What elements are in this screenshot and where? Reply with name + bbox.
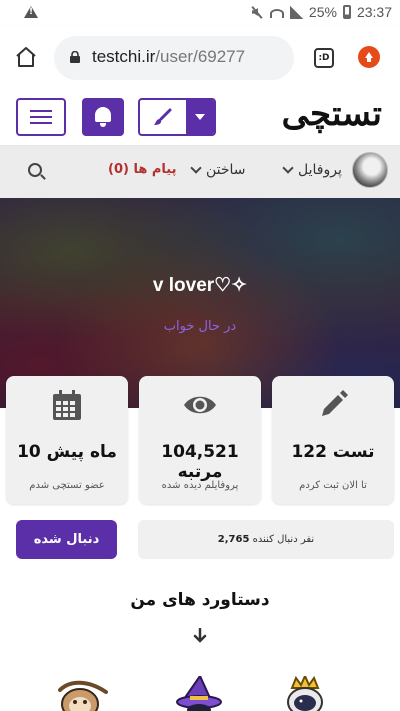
profile-menu-label: پروفایل xyxy=(298,162,342,178)
site-logo[interactable]: تستچی xyxy=(282,94,382,134)
chevron-down-icon[interactable] xyxy=(186,100,214,134)
stat-card-views: 104,521 مرتبه پروفایلم دیده شده xyxy=(139,376,261,504)
home-icon xyxy=(16,47,36,67)
menu-line xyxy=(30,122,52,124)
stat-card-tests: 122 تست تا الان ثبت کردم xyxy=(272,376,394,504)
menu-line xyxy=(30,110,52,112)
lock-icon xyxy=(70,51,80,63)
stat-value: 122 تست xyxy=(291,442,375,462)
create-menu[interactable]: ساختن xyxy=(190,162,246,178)
followers-label: نفر دنبال کننده xyxy=(252,534,315,545)
stat-label: عضو تستچی شدم xyxy=(29,480,105,491)
site-header: تستچی xyxy=(0,90,400,146)
calendar-icon xyxy=(50,388,84,422)
brush-icon xyxy=(154,108,172,125)
home-button[interactable] xyxy=(14,45,38,69)
profile-status: در حال خواب xyxy=(163,319,237,334)
avatar[interactable] xyxy=(352,152,388,188)
url-path: /user/69277 xyxy=(155,47,246,66)
stat-label: پروفایلم دیده شده xyxy=(161,480,239,491)
battery-icon xyxy=(342,5,351,19)
profile-name: v lover♡✧ xyxy=(152,275,248,296)
status-bar: 25% 23:37 xyxy=(0,0,400,26)
crown-astronaut-badge-icon xyxy=(287,676,323,711)
follow-button[interactable]: دنبال شده xyxy=(16,520,117,559)
chevron-down-icon xyxy=(282,162,294,174)
bell-icon xyxy=(95,107,111,127)
sloth-badge-icon xyxy=(58,680,108,711)
signal-icon xyxy=(289,5,303,19)
chevron-down-icon xyxy=(190,162,202,174)
messages-link[interactable]: پیام ها (0) xyxy=(108,162,177,177)
profile-nav: پیام ها (0) ساختن پروفایل xyxy=(0,146,400,198)
stat-card-joined: 10 ماه پیش عضو تستچی شدم xyxy=(6,376,128,504)
pencil-icon xyxy=(316,388,350,422)
eye-icon xyxy=(183,388,217,422)
witch-badge-icon xyxy=(176,676,222,711)
warning-icon xyxy=(24,6,38,18)
mute-icon xyxy=(250,5,264,19)
wifi-icon xyxy=(269,8,284,18)
url-host: testchi.ir xyxy=(92,47,156,66)
battery-percent: 25% xyxy=(308,4,337,20)
address-bar[interactable]: testchi.ir/user/69277 xyxy=(54,36,294,80)
url-text: testchi.ir/user/69277 xyxy=(92,47,245,67)
followers-count[interactable]: 2,765 نفر دنبال کننده xyxy=(138,520,394,559)
stat-label: تا الان ثبت کردم xyxy=(299,480,367,491)
notifications-button[interactable] xyxy=(82,98,124,136)
followers-number: 2,765 xyxy=(217,534,250,545)
achievements-title: دستاورد های من xyxy=(130,590,270,610)
tabs-button[interactable]: :D xyxy=(314,48,334,68)
menu-line xyxy=(30,116,52,118)
create-button[interactable] xyxy=(138,98,216,136)
hamburger-menu-button[interactable] xyxy=(16,98,66,136)
arrow-down-icon xyxy=(193,628,207,643)
stat-value: 10 ماه پیش xyxy=(17,442,117,462)
stat-value: 104,521 مرتبه xyxy=(161,442,239,482)
search-icon[interactable] xyxy=(28,163,42,177)
profile-menu[interactable]: پروفایل xyxy=(282,162,342,178)
browser-toolbar: testchi.ir/user/69277 :D xyxy=(0,26,400,90)
clock: 23:37 xyxy=(356,4,392,20)
create-menu-label: ساختن xyxy=(206,162,246,178)
extension-upload-icon[interactable] xyxy=(358,46,380,68)
